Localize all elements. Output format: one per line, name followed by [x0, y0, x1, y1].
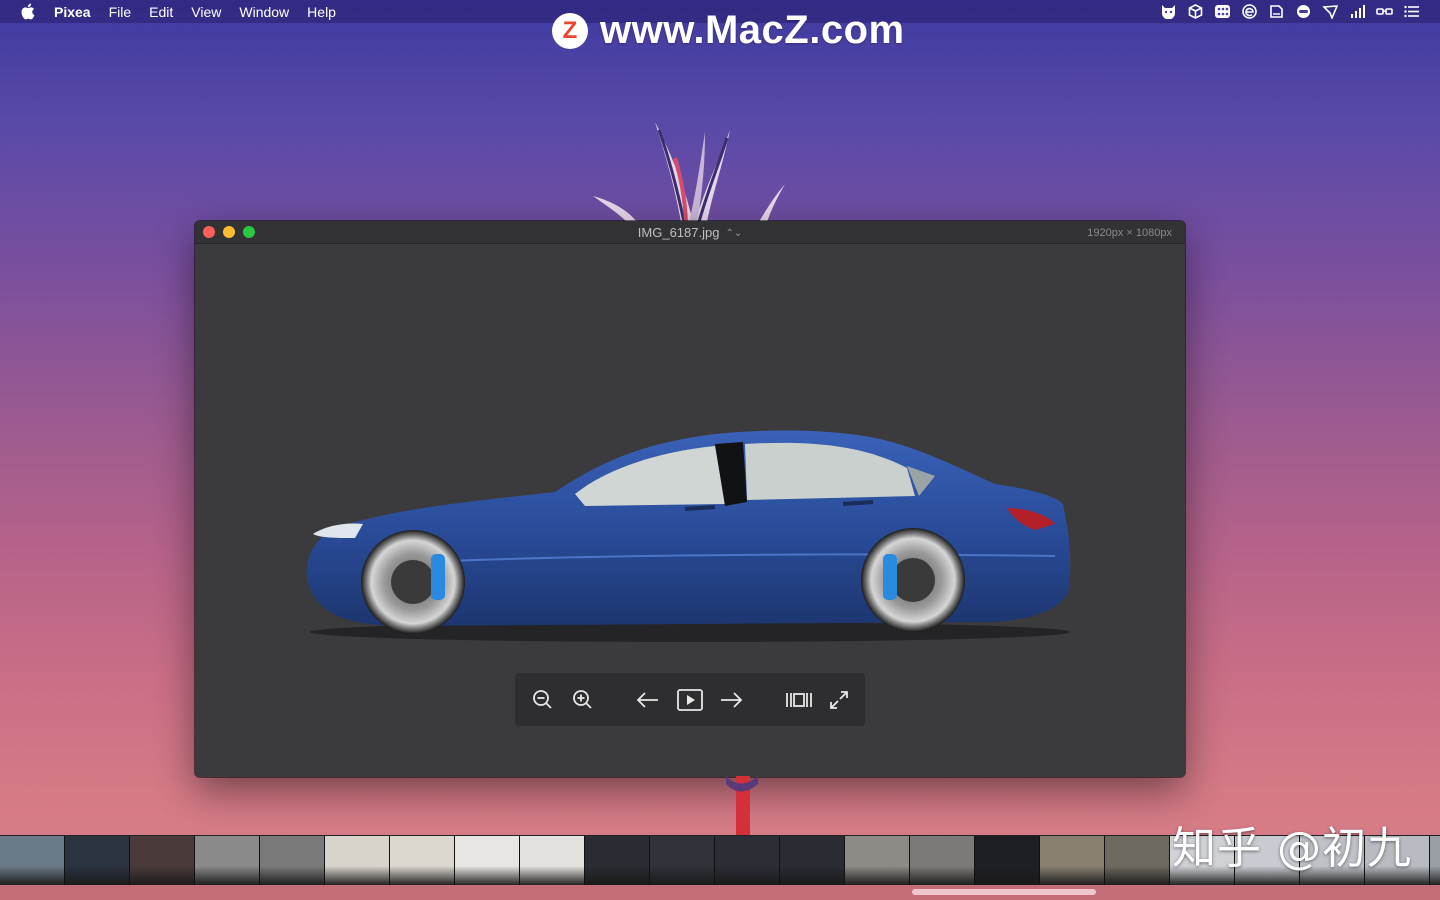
cube-icon[interactable]	[1187, 4, 1204, 19]
list-icon[interactable]	[1403, 4, 1420, 19]
filmstrip-thumbnail[interactable]	[260, 836, 325, 886]
filmstrip-thumbnail[interactable]	[325, 836, 390, 886]
filmstrip-thumbnail[interactable]	[520, 836, 585, 886]
fullscreen-icon[interactable]	[824, 685, 854, 715]
image-canvas[interactable]	[195, 244, 1185, 777]
watermark-text: www.MacZ.com	[600, 8, 905, 52]
filmstrip-scrollbar-track	[0, 885, 1440, 900]
filmstrip-thumbnail[interactable]	[65, 836, 130, 886]
filmstrip-thumbnail[interactable]	[715, 836, 780, 886]
e-icon[interactable]	[1241, 4, 1258, 19]
filmstrip-thumbnail[interactable]	[585, 836, 650, 886]
filmstrip-thumbnail[interactable]	[1105, 836, 1170, 886]
filmstrip-thumbnail[interactable]	[130, 836, 195, 886]
status-menu-area	[1160, 0, 1420, 23]
desktop-plant-image	[593, 122, 785, 223]
filmstrip-thumbnail[interactable]	[650, 836, 715, 886]
window-title-text: IMG_6187.jpg	[637, 225, 720, 240]
menu-file[interactable]: File	[109, 4, 132, 20]
filmstrip-thumbnail[interactable]	[1430, 836, 1440, 886]
filmstrip-thumbnail[interactable]	[0, 836, 65, 886]
car-photo-image	[306, 430, 1071, 642]
filmstrip-thumbnail[interactable]	[845, 836, 910, 886]
play-slideshow-icon[interactable]	[675, 685, 705, 715]
zoom-in-icon[interactable]	[568, 685, 598, 715]
menu-window[interactable]: Window	[239, 4, 289, 20]
drive-icon[interactable]	[1268, 4, 1285, 19]
filmstrip-thumbnail[interactable]	[910, 836, 975, 886]
controller-icon[interactable]	[1295, 4, 1312, 19]
filmstrip-thumbnail[interactable]	[975, 836, 1040, 886]
arrow-left-icon[interactable]	[633, 685, 663, 715]
cat-icon[interactable]	[1160, 4, 1177, 19]
menu-app-name[interactable]: Pixea	[54, 4, 91, 20]
zoom-out-icon[interactable]	[528, 685, 558, 715]
filmstrip-thumbnail[interactable]	[455, 836, 520, 886]
window-titlebar[interactable]: IMG_6187.jpg ⌃⌄ 1920px × 1080px	[195, 221, 1185, 244]
filmstrip-scrollbar-thumb[interactable]	[912, 889, 1096, 895]
signal-icon[interactable]	[1349, 4, 1366, 19]
desktop-plant-stem-image	[726, 776, 758, 838]
image-viewer-window: IMG_6187.jpg ⌃⌄ 1920px × 1080px	[195, 221, 1185, 777]
menu-edit[interactable]: Edit	[149, 4, 173, 20]
filmstrip-thumbnail[interactable]	[195, 836, 260, 886]
corner-watermark: 知乎 @初九	[1172, 823, 1412, 874]
apple-icon[interactable]	[20, 3, 40, 20]
filmstrip-thumbnail[interactable]	[780, 836, 845, 886]
window-title[interactable]: IMG_6187.jpg ⌃⌄	[195, 225, 1185, 240]
cursor-icon[interactable]	[1322, 4, 1339, 19]
watermark-logo: Z	[552, 12, 588, 49]
viewer-toolbar	[515, 673, 865, 726]
menu-view[interactable]: View	[191, 4, 221, 20]
watermark: Z www.MacZ.com	[552, 8, 905, 53]
filmstrip-thumbnail[interactable]	[1040, 836, 1105, 886]
filmstrip-thumbnail[interactable]	[390, 836, 455, 886]
glasses-icon[interactable]	[1376, 4, 1393, 19]
fit-width-icon[interactable]	[784, 685, 814, 715]
chevron-up-down-icon[interactable]: ⌃⌄	[725, 228, 742, 239]
menu-help[interactable]: Help	[307, 4, 336, 20]
image-dimensions: 1920px × 1080px	[1087, 227, 1172, 239]
grid-icon[interactable]	[1214, 4, 1231, 19]
arrow-right-icon[interactable]	[716, 685, 746, 715]
